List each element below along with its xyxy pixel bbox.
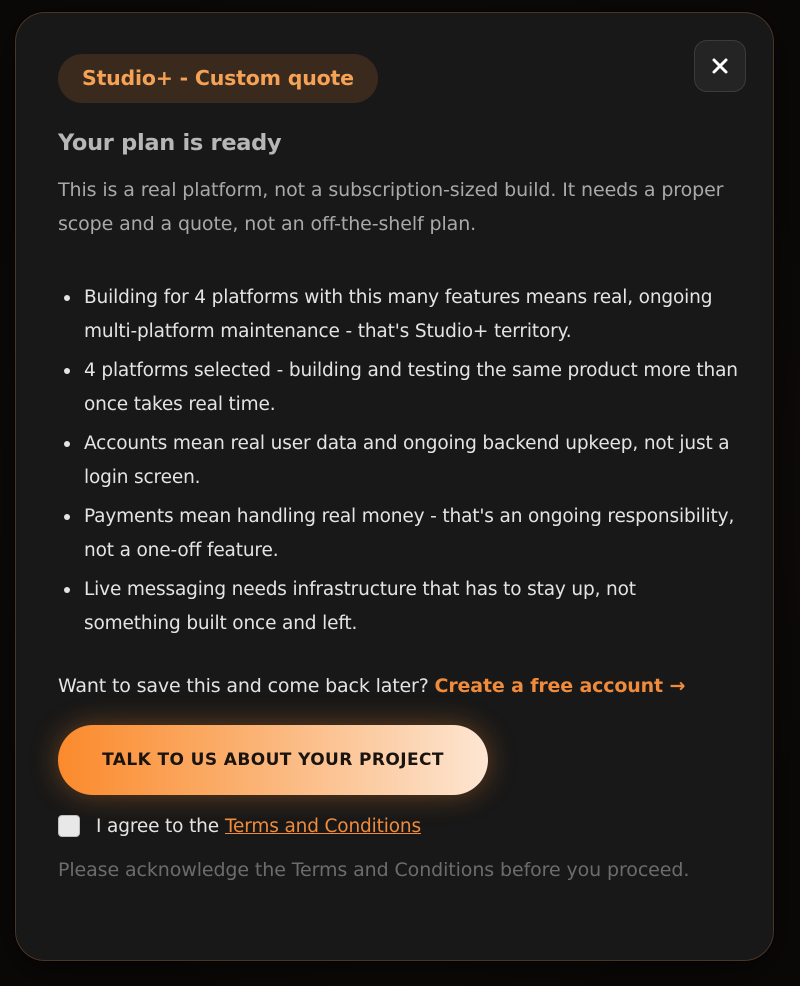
- plan-modal: Studio+ - Custom quote Your plan is read…: [15, 12, 774, 961]
- close-button[interactable]: [694, 40, 746, 92]
- bullet-icon: [64, 587, 70, 593]
- terms-agreement: I agree to the Terms and Conditions: [58, 815, 421, 837]
- list-item: Building for 4 platforms with this many …: [58, 281, 738, 348]
- list-item: Payments mean handling real money - that…: [58, 500, 738, 567]
- list-item: Accounts mean real user data and ongoing…: [58, 427, 738, 494]
- list-item: Live messaging needs infrastructure that…: [58, 573, 738, 640]
- reason-text: Payments mean handling real money - that…: [84, 506, 735, 561]
- list-item: 4 platforms selected - building and test…: [58, 354, 738, 421]
- save-prompt-text: Want to save this and come back later?: [58, 675, 429, 697]
- terms-prefix: I agree to the: [96, 815, 219, 837]
- reason-text: Live messaging needs infrastructure that…: [84, 579, 636, 634]
- create-account-link[interactable]: Create a free account →: [435, 675, 686, 697]
- reason-text: Accounts mean real user data and ongoing…: [84, 433, 730, 488]
- modal-title: Your plan is ready: [58, 130, 282, 156]
- modal-description: This is a real platform, not a subscript…: [58, 179, 724, 235]
- terms-link[interactable]: Terms and Conditions: [225, 816, 421, 837]
- bullet-icon: [64, 514, 70, 520]
- close-icon: [712, 58, 728, 74]
- bullet-icon: [64, 368, 70, 374]
- reason-text: Building for 4 platforms with this many …: [84, 287, 713, 342]
- reason-list: Building for 4 platforms with this many …: [58, 281, 738, 646]
- bullet-icon: [64, 295, 70, 301]
- terms-checkbox[interactable]: [58, 815, 80, 837]
- talk-to-us-button[interactable]: TALK TO US ABOUT YOUR PROJECT: [58, 725, 488, 795]
- plan-badge: Studio+ - Custom quote: [58, 54, 378, 103]
- terms-notice: Please acknowledge the Terms and Conditi…: [58, 859, 690, 881]
- save-prompt: Want to save this and come back later? C…: [58, 669, 685, 703]
- bullet-icon: [64, 441, 70, 447]
- reason-text: 4 platforms selected - building and test…: [84, 360, 738, 415]
